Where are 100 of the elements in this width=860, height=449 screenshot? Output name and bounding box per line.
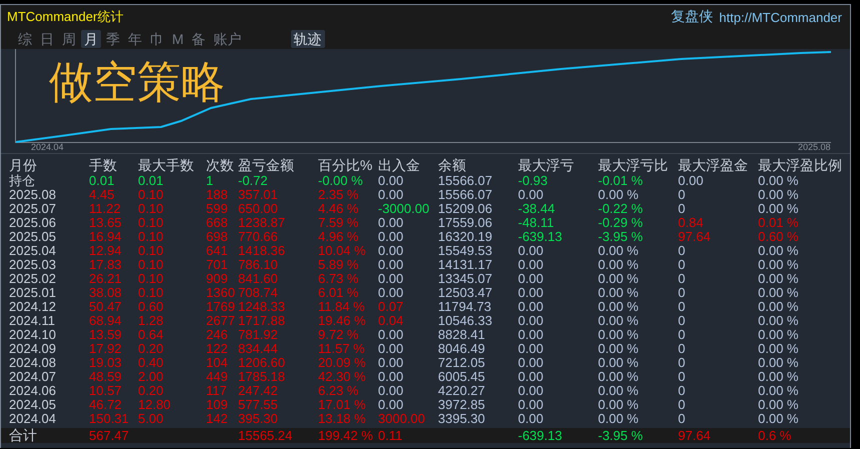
table-cell-text: 97.64 [678,428,712,443]
tab[interactable]: 备 [188,30,209,48]
table-cell-text: 0.00 [518,398,544,412]
table-cell-text: 0.00 % [758,328,800,342]
table-cell-text: 17559.06 [438,216,494,230]
column-header: 余额 [438,157,467,174]
table-cell-text: 0 [678,258,686,272]
table-cell-text: 0.07 [378,300,404,314]
table-cell-text: 188 [206,188,229,202]
table-cell-text: 1238.87 [238,216,286,230]
table-cell-text: -0.29 % [598,216,644,230]
table-cell-text: 0.00 % [598,412,640,426]
table-cell-text: 11794.73 [438,300,492,314]
website-link[interactable]: http://MTCommander [719,10,842,24]
tab[interactable]: 周 [59,30,79,48]
table-cell-text: 16.94 [89,230,123,244]
row-label: 2025.08 [9,188,57,202]
table-cell-text: 781.92 [238,328,279,342]
table-cell-text: 5.89 % [318,258,360,272]
table-cell-text: 0.00 [518,188,544,202]
table-cell-text: 0.00 % [598,244,640,258]
table-cell-text: 698 [206,230,229,244]
column-header: 最大浮盈金 [678,157,749,174]
brand-name: 复盘侠 [671,8,714,26]
table-cell-text: 1418.36 [238,244,286,258]
table-cell-text: 834.44 [238,342,279,356]
table-cell-text: 0 [678,370,686,384]
table-cell-text: 19.46 % [318,314,367,328]
table-cell-text: 0.00 [518,412,544,426]
row-label: 持仓 [9,174,36,188]
table-cell-text: 0.00 [678,174,704,188]
table-cell-text: 142 [206,412,229,426]
table-cell-text: 13345.07 [438,272,494,286]
table-cell-text: 0.64 [138,328,164,342]
table-cell-text: 0.00 % [758,202,800,216]
table-cell-text: -639.13 [518,428,564,443]
table-cell-text: 199.42 % [318,428,374,443]
table-cell-text: 0.00 [378,258,404,272]
table-cell-text: 0.00 [378,244,404,258]
tab[interactable]: M [169,30,187,48]
row-label: 2024.06 [9,384,57,398]
row-label: 2024.11 [9,314,56,328]
tab[interactable]: 账户 [210,30,245,48]
table-cell-text: 1 [206,174,214,188]
table-cell-text: 0.10 [138,258,164,272]
table-cell-text: 0.00 [378,272,404,286]
table-cell-text: 50.47 [89,300,123,314]
table-cell-text: 7212.05 [438,356,486,370]
strategy-title: 做空策略 [49,61,225,105]
table-cell-text: 0.00 % [598,356,640,370]
column-header: 出入金 [378,157,421,174]
column-header: 次数 [206,157,235,174]
table-cell-text: 13.65 [89,216,123,230]
table-cell-text: 0.00 [378,398,404,412]
table-cell-text: 11.57 % [318,342,366,356]
row-label: 2024.07 [9,370,57,384]
table-cell-text: 0 [678,314,686,328]
table-cell-text: -0.01 % [598,174,644,188]
table-cell-text: 0.00 % [758,244,800,258]
table-cell-text: 2677 [206,314,236,328]
table-cell-text: -3.95 % [598,428,644,443]
table-cell-text: 0.00 % [758,174,800,188]
row-label: 2025.04 [9,244,57,258]
table-cell-text: 8828.41 [438,328,486,342]
tab[interactable]: 年 [125,30,145,48]
tab[interactable]: 日 [37,30,57,48]
table-cell-text: 0.04 [378,314,404,328]
row-label: 2025.02 [9,272,57,286]
table-cell-text: 12.94 [89,244,123,258]
row-label: 2024.05 [9,398,57,412]
table-cell-text: 0.00 % [758,412,800,426]
table-cell-text: 1206.60 [238,356,286,370]
table-cell-text: 20.09 % [318,356,367,370]
table-cell-text: 0.00 % [758,342,800,356]
tab[interactable]: 轨迹 [290,30,325,48]
table-cell-text: 0.00 % [598,370,640,384]
table-cell-text: 0 [678,286,686,300]
table-cell-text: 0.00 [518,342,544,356]
tab[interactable]: 月 [81,30,101,48]
tab[interactable]: 综 [15,30,35,48]
table-cell-text: 0.10 [138,272,164,286]
table-cell-text: 395.30 [238,412,279,426]
table-cell-text: 0.00 % [598,300,640,314]
table-cell-text: 708.74 [238,286,279,300]
table-cell-text: 15209.06 [438,202,494,216]
table-cell-text: 6.01 % [318,286,360,300]
table-cell-text: 1360 [206,286,236,300]
column-header: 百分比% [318,157,374,174]
table-cell-text: 10546.33 [438,314,494,328]
table-cell-text: 150.31 [89,412,130,426]
table-cell-text: 0.00 % [598,328,640,342]
table-cell-text: 0.00 % [598,314,640,328]
table-cell-text: 0.10 [138,188,164,202]
table-cell-text: 0.00 % [758,188,800,202]
table-cell-text: 0.00 % [758,300,800,314]
table-cell-text: 15549.53 [438,244,494,258]
tab[interactable]: 巾 [147,30,167,48]
table-cell-text: 0 [678,188,686,202]
table-cell-text: 0 [678,384,686,398]
tab[interactable]: 季 [103,30,123,48]
